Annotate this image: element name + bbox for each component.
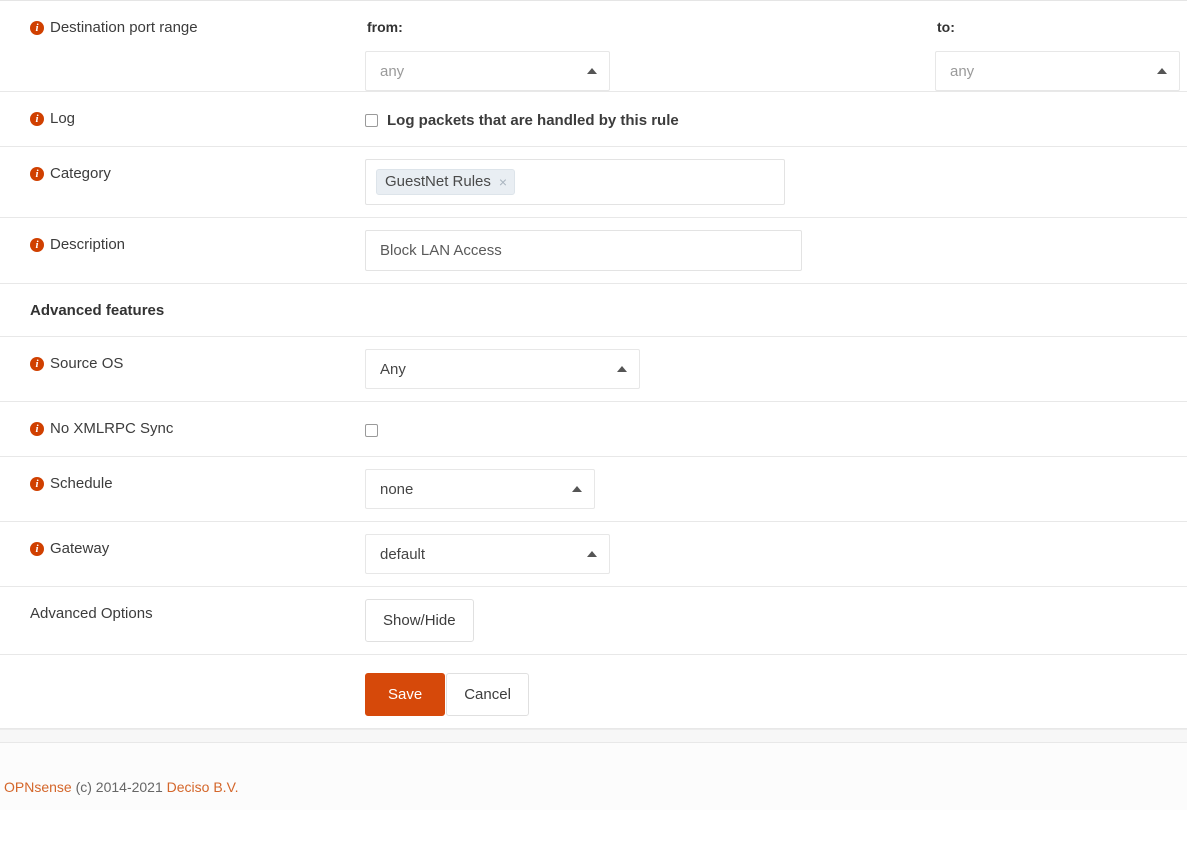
field-advanced-options: Show/Hide (365, 587, 1187, 654)
label-category: i Category (0, 147, 365, 201)
gateway-value: default (380, 546, 425, 563)
row-description: i Description (0, 218, 1187, 284)
info-icon[interactable]: i (30, 112, 44, 126)
port-from-label: from: (365, 19, 935, 35)
field-no-xmlrpc-sync (365, 402, 1187, 449)
footer-copyright-text: (c) 2014-2021 (72, 779, 167, 795)
info-icon[interactable]: i (30, 357, 44, 371)
form-action-buttons: Save Cancel (365, 673, 529, 716)
label-text: Category (50, 165, 111, 182)
label-text: Schedule (50, 475, 113, 492)
field-description (365, 218, 1187, 283)
label-text: Log (50, 110, 75, 127)
rule-edit-page: i Destination port range from: any to: (0, 0, 1187, 854)
label-log: i Log (0, 92, 365, 146)
field-category: GuestNet Rules × (365, 147, 1187, 217)
row-no-xmlrpc-sync: i No XMLRPC Sync (0, 402, 1187, 457)
label-text: No XMLRPC Sync (50, 420, 173, 437)
info-icon[interactable]: i (30, 167, 44, 181)
field-form-actions: Save Cancel (365, 655, 1187, 728)
label-text: Destination port range (50, 19, 198, 36)
content-bottom-band (0, 729, 1187, 743)
info-icon[interactable]: i (30, 238, 44, 252)
label-gateway: i Gateway (0, 522, 365, 576)
dest-port-to-select[interactable]: any (935, 51, 1180, 91)
info-icon[interactable]: i (30, 422, 44, 436)
dest-port-to-value: any (950, 63, 974, 80)
category-tag[interactable]: GuestNet Rules × (376, 169, 515, 195)
show-hide-advanced-button[interactable]: Show/Hide (365, 599, 474, 642)
field-schedule: none (365, 457, 1187, 521)
log-packets-checkbox[interactable] (365, 114, 378, 127)
port-to-label: to: (935, 19, 1185, 35)
category-tag-label: GuestNet Rules (385, 173, 491, 190)
gateway-select[interactable]: default (365, 534, 610, 574)
field-destination-port-range: from: any to: any (365, 1, 1187, 91)
label-text: Advanced Options (30, 605, 153, 622)
chevron-up-icon (587, 551, 597, 557)
source-os-value: Any (380, 361, 406, 378)
label-advanced-options: Advanced Options (0, 587, 365, 641)
schedule-value: none (380, 481, 413, 498)
field-gateway: default (365, 522, 1187, 586)
field-log: Log packets that are handled by this rul… (365, 92, 1187, 143)
row-destination-port-range: i Destination port range from: any to: (0, 1, 1187, 92)
label-text: Source OS (50, 355, 123, 372)
source-os-select[interactable]: Any (365, 349, 640, 389)
dest-port-from-value: any (380, 63, 404, 80)
chevron-up-icon (1157, 68, 1167, 74)
field-source-os: Any (365, 337, 1187, 401)
row-advanced-options: Advanced Options Show/Hide (0, 587, 1187, 655)
label-form-actions-spacer (0, 655, 365, 689)
schedule-select[interactable]: none (365, 469, 595, 509)
label-source-os: i Source OS (0, 337, 365, 391)
row-schedule: i Schedule none (0, 457, 1187, 522)
label-no-xmlrpc-sync: i No XMLRPC Sync (0, 402, 365, 456)
deciso-vendor-link[interactable]: Deciso B.V. (167, 779, 239, 795)
info-icon[interactable]: i (30, 477, 44, 491)
row-form-actions: Save Cancel (0, 655, 1187, 729)
opnsense-brand-link[interactable]: OPNsense (4, 779, 72, 795)
log-packets-label: Log packets that are handled by this rul… (387, 110, 679, 131)
save-button[interactable]: Save (365, 673, 445, 716)
port-to-group: to: any (935, 1, 1185, 91)
cancel-button[interactable]: Cancel (446, 673, 529, 716)
section-advanced-features: Advanced features (0, 284, 1187, 337)
dest-port-from-select[interactable]: any (365, 51, 610, 91)
port-from-group: from: any (365, 1, 935, 91)
page-footer: OPNsense (c) 2014-2021 Deciso B.V. (0, 743, 1187, 810)
label-destination-port-range: i Destination port range (0, 1, 365, 55)
label-text: Gateway (50, 540, 109, 557)
info-icon[interactable]: i (30, 542, 44, 556)
chevron-up-icon (572, 486, 582, 492)
close-icon[interactable]: × (499, 175, 507, 189)
info-icon[interactable]: i (30, 21, 44, 35)
row-log: i Log Log packets that are handled by thi… (0, 92, 1187, 147)
chevron-up-icon (617, 366, 627, 372)
chevron-up-icon (587, 68, 597, 74)
row-category: i Category GuestNet Rules × (0, 147, 1187, 218)
no-xmlrpc-sync-checkbox[interactable] (365, 424, 378, 437)
description-input[interactable] (365, 230, 802, 271)
row-gateway: i Gateway default (0, 522, 1187, 587)
label-text: Description (50, 236, 125, 253)
category-tokenfield[interactable]: GuestNet Rules × (365, 159, 785, 205)
firewall-rule-form: i Destination port range from: any to: (0, 0, 1187, 729)
row-source-os: i Source OS Any (0, 337, 1187, 402)
label-description: i Description (0, 218, 365, 272)
label-schedule: i Schedule (0, 457, 365, 511)
